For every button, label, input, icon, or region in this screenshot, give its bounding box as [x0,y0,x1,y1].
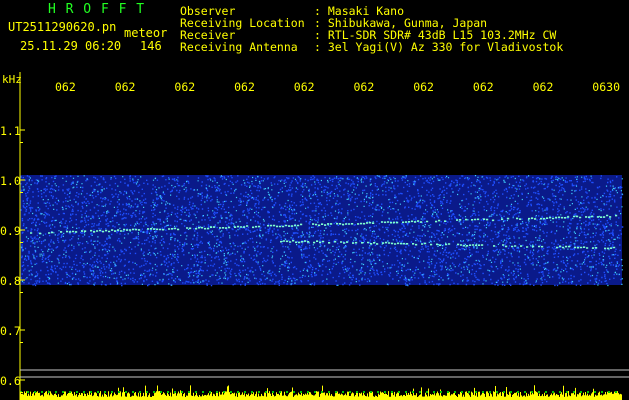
count-label: 146 [140,39,162,53]
mode-label: meteor [124,26,168,40]
filename-label: UT2511290620.pn [8,20,117,34]
x-tick-label: 062 [532,80,554,94]
antenna-value: : 3el Yagi(V) Az 330 for Vladivostok [314,40,564,54]
spectrogram-plot [19,72,629,400]
spectrogram-noise-band [20,175,624,287]
y-tick-label: 0.8 [0,274,21,288]
datetime-label: 25.11.29 06:20 [20,39,122,53]
y-tick-label: 0.7 [0,324,21,338]
x-tick-label: 062 [114,80,136,94]
x-tick-label: 062 [234,80,255,94]
noise-band-background [20,175,622,285]
x-tick-label: 0630 [592,80,620,94]
y-tick-label: 1.0 [0,174,21,188]
x-tick-label: 062 [472,80,494,94]
x-tick-label: 062 [293,80,315,94]
x-tick-label: 062 [353,80,375,94]
x-tick-label: 062 [413,80,434,94]
amplitude-bars [20,385,622,400]
y-tick-label: 0.6 [0,374,21,388]
x-tick-label: 062 [174,80,196,94]
y-tick-label: 1.1 [0,124,21,138]
antenna-label: Receiving Antenna [180,40,298,54]
y-unit-label: kHz [2,73,22,86]
y-tick-label: 0.9 [0,224,21,238]
x-tick-label: 062 [55,80,76,94]
program-title: H R O F F T [48,2,146,17]
